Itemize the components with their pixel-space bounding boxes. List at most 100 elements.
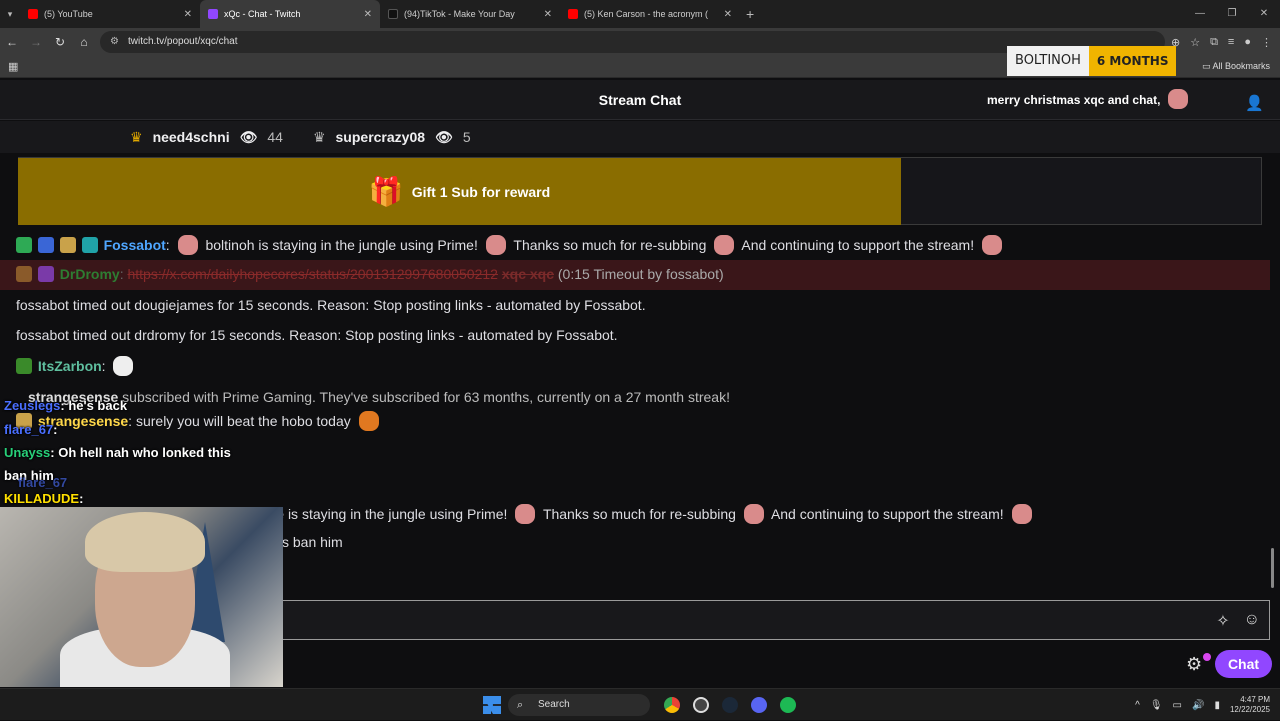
sub-text: subscribed with Prime Gaming. They've su… — [122, 389, 730, 405]
badge-icon — [59, 237, 76, 253]
overlay-chat-line: Unayss: Oh hell nah who lonked this — [4, 445, 231, 460]
tab-title: (5) Ken Carson - the acronym ( — [584, 9, 709, 19]
url-field[interactable]: ⚙ twitch.tv/popout/xqc/chat — [100, 31, 1165, 53]
overlay-username: flare_67 — [4, 422, 54, 437]
tab-tiktok[interactable]: (94)TikTok - Make Your Day ✕ — [380, 0, 560, 28]
emote-icon — [714, 235, 735, 255]
steam-icon[interactable] — [722, 697, 738, 713]
message-text: And continuing to support the stream! — [741, 237, 975, 253]
badge-icon — [16, 237, 32, 253]
emote-picker-icon[interactable]: ☺ — [1244, 611, 1260, 631]
chat-message: s ban him — [282, 534, 343, 550]
battery-icon[interactable]: ▮ — [1214, 700, 1220, 711]
chat-message: strangesense is staying in the jungle us… — [200, 504, 1036, 524]
windows-taskbar: ⌕ Search ^ 🎙 ▭ 🔊 ▮ 4:47 PM 12/22/2025 — [0, 688, 1280, 720]
network-icon[interactable]: ▭ — [1173, 700, 1182, 711]
all-bookmarks[interactable]: ▭ All Bookmarks — [1202, 61, 1270, 72]
chat-input[interactable] — [283, 600, 1270, 640]
sub-alert-months: 6 MONTHS — [1088, 46, 1177, 76]
timeout-note: (0:15 Timeout by fossabot) — [557, 266, 724, 282]
kebab-menu-icon[interactable]: ⋮ — [1261, 36, 1272, 49]
apps-grid-icon[interactable]: ▦ — [8, 60, 18, 73]
youtube-icon — [28, 9, 38, 19]
url-text: twitch.tv/popout/xqc/chat — [128, 36, 238, 47]
message-text: Thanks so much for re-subbing — [542, 506, 736, 522]
close-icon[interactable]: ✕ — [724, 9, 732, 20]
minimize-icon[interactable]: — — [1184, 0, 1216, 28]
chat-send-button[interactable]: Chat — [1215, 650, 1272, 678]
leaderboard-count: 44 — [267, 129, 283, 145]
reload-icon[interactable]: ↻ — [48, 35, 72, 49]
gift-sub-button[interactable]: 🎁 Gift 1 Sub for reward — [18, 158, 901, 225]
forward-icon[interactable]: → — [24, 35, 48, 49]
sub-alert-banner: BOLTINOH 6 MONTHS — [1007, 46, 1177, 76]
streamer-hair — [85, 512, 205, 572]
site-info-icon[interactable]: ⚙ — [110, 31, 119, 53]
leaderboard-user[interactable]: supercrazy08 — [336, 129, 426, 145]
microphone-icon[interactable]: 🎙 — [1150, 700, 1163, 711]
windows-start-icon[interactable] — [483, 696, 501, 714]
close-icon[interactable]: ✕ — [544, 9, 552, 20]
overlay-top-message: merry christmas xqc and chat, — [987, 89, 1192, 109]
close-icon[interactable]: ✕ — [184, 9, 192, 20]
input-icons: ✧ ☺ — [1216, 611, 1260, 631]
all-bookmarks-label: All Bookmarks — [1212, 61, 1270, 71]
tab-search-icon[interactable]: ▾ — [0, 9, 20, 20]
system-message: fossabot timed out drdromy for 15 second… — [16, 327, 618, 343]
overlay-username: flare_67 — [18, 475, 68, 490]
bits-icon[interactable]: ✧ — [1216, 611, 1229, 631]
tab-title: (94)TikTok - Make Your Day — [404, 9, 515, 19]
gift-label: Gift 1 Sub for reward — [411, 183, 551, 200]
chat-username[interactable]: ItsZarbon — [38, 358, 102, 374]
close-icon[interactable]: ✕ — [364, 9, 372, 20]
sub-alert-user: BOLTINOH — [1007, 46, 1089, 76]
chrome-icon[interactable] — [664, 697, 680, 713]
taskbar-search[interactable]: ⌕ Search — [508, 694, 650, 716]
tab-twitch[interactable]: xQc - Chat - Twitch ✕ — [200, 0, 380, 28]
back-icon[interactable]: ← — [0, 35, 24, 49]
clock-time: 4:47 PM — [1240, 695, 1270, 704]
clock-date: 12/22/2025 — [1229, 705, 1270, 714]
message-link[interactable]: https://x.com/dailyhopecores/status/2001… — [127, 266, 498, 282]
chevron-up-icon[interactable]: ^ — [1135, 700, 1140, 711]
chat-username[interactable]: DrDromy — [60, 266, 120, 282]
profile-avatar[interactable]: ● — [1244, 36, 1251, 48]
star-icon[interactable]: ☆ — [1190, 36, 1200, 49]
tiktok-icon — [388, 9, 398, 19]
notification-dot — [1203, 653, 1211, 661]
menu-list-icon[interactable]: ≡ — [1228, 36, 1234, 48]
community-icon[interactable]: 👤 — [1245, 94, 1264, 112]
chat-message: strangesense: surely you will beat the h… — [16, 411, 383, 431]
home-icon[interactable]: ⌂ — [72, 35, 96, 49]
chat-scrollbar[interactable] — [1271, 548, 1274, 588]
spotify-icon[interactable] — [780, 697, 796, 713]
taskbar-search-label: Search — [538, 699, 570, 710]
discord-icon[interactable] — [751, 697, 767, 713]
badge-icon — [37, 266, 54, 282]
volume-icon[interactable]: 🔊 — [1192, 700, 1204, 711]
badge-icon — [81, 237, 98, 253]
settings-gear-icon[interactable]: ⚙ — [1186, 654, 1202, 675]
maximize-icon[interactable]: ❐ — [1216, 0, 1248, 28]
browser-tab-bar: ▾ (5) YouTube ✕ xQc - Chat - Twitch ✕ (9… — [0, 0, 1280, 28]
leaderboard-user[interactable]: need4schni — [153, 129, 230, 145]
chat-message: Fossabot: boltinoh is staying in the jun… — [16, 235, 1006, 255]
tab-youtube-music[interactable]: (5) Ken Carson - the acronym ( ✕ — [560, 0, 740, 28]
chat-username[interactable]: Fossabot — [104, 237, 166, 253]
clock[interactable]: 4:47 PM 12/22/2025 — [1230, 695, 1270, 715]
tab-youtube[interactable]: (5) YouTube ✕ — [20, 0, 200, 28]
eye-icon: 👁 — [435, 128, 453, 145]
emote-icon — [1167, 89, 1188, 109]
tab-title: (5) YouTube — [44, 9, 93, 19]
eye-icon: 👁 — [239, 128, 258, 145]
new-tab-icon[interactable]: + — [746, 6, 754, 22]
extensions-icon[interactable]: ⧉ — [1210, 36, 1218, 49]
crown-icon: ♛ — [312, 128, 326, 145]
overlay-chat-line: Zeuslegs: he's back — [4, 398, 128, 413]
badge-icon — [16, 266, 32, 282]
gift-icon: 🎁 — [368, 176, 404, 207]
app-icon[interactable] — [693, 697, 709, 713]
overlay-text: he's back — [68, 398, 128, 413]
overlay-username: Zeuslegs — [4, 398, 61, 413]
close-window-icon[interactable]: ✕ — [1248, 0, 1280, 28]
